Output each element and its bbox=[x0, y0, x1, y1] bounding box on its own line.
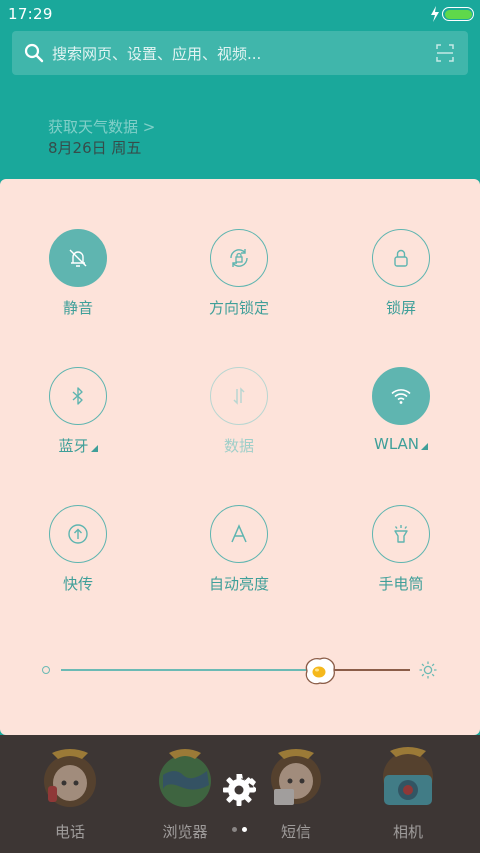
toggle-data[interactable]: 数据 bbox=[179, 367, 299, 467]
toggle-fast-transfer-label: 快传 bbox=[62, 575, 93, 593]
bluetooth-label-text: 蓝牙 bbox=[58, 437, 89, 455]
battery-icon bbox=[442, 7, 474, 21]
brightness-track-filled[interactable] bbox=[61, 669, 320, 671]
padlock-icon bbox=[394, 249, 408, 267]
letter-a-icon bbox=[231, 524, 247, 543]
toggle-fast-transfer[interactable]: 快传 bbox=[18, 505, 138, 605]
page-indicator bbox=[232, 827, 252, 833]
toggle-bluetooth-button[interactable] bbox=[49, 367, 107, 425]
toggle-flashlight-label: 手电筒 bbox=[378, 575, 424, 593]
toggle-wlan[interactable]: WLAN bbox=[341, 367, 461, 467]
toggle-data-label: 数据 bbox=[223, 437, 254, 455]
charging-icon bbox=[431, 6, 439, 22]
dock-app-label: 浏览器 bbox=[162, 823, 208, 841]
toggle-rotation-lock-button[interactable] bbox=[210, 229, 268, 287]
toggle-rotation-lock[interactable]: 方向锁定 bbox=[179, 229, 299, 329]
weather-date: 8月26日 周五 bbox=[48, 139, 142, 157]
gear-icon[interactable] bbox=[221, 772, 257, 808]
toggle-wlan-button[interactable] bbox=[372, 367, 430, 425]
bluetooth-icon bbox=[72, 387, 83, 405]
phone-app-icon bbox=[44, 749, 96, 807]
toggle-flashlight-button[interactable] bbox=[372, 505, 430, 563]
rotation-lock-icon bbox=[230, 249, 248, 267]
dock-app-label: 相机 bbox=[392, 823, 423, 841]
messages-app-icon bbox=[271, 749, 321, 805]
search-placeholder: 搜索网页、设置、应用、视频... bbox=[52, 45, 262, 63]
dock-app-label: 短信 bbox=[280, 823, 311, 841]
toggle-mute-label: 静音 bbox=[62, 299, 93, 317]
camera-app-icon bbox=[383, 747, 433, 805]
search-bar[interactable]: 搜索网页、设置、应用、视频... bbox=[12, 31, 468, 75]
toggle-mute[interactable]: 静音 bbox=[18, 229, 138, 329]
wifi-icon bbox=[391, 389, 411, 404]
toggle-wlan-label: WLAN bbox=[341, 435, 461, 453]
toggle-auto-brightness[interactable]: 自动亮度 bbox=[179, 505, 299, 605]
page-dot bbox=[232, 827, 237, 832]
toggle-auto-brightness-button[interactable] bbox=[210, 505, 268, 563]
weather-link[interactable]: 获取天气数据 > bbox=[48, 116, 155, 137]
toggle-lock-screen-button[interactable] bbox=[372, 229, 430, 287]
toggle-auto-brightness-label: 自动亮度 bbox=[208, 575, 269, 593]
search-icon bbox=[24, 43, 44, 63]
dock-app-camera[interactable]: 相机 bbox=[358, 735, 458, 853]
dock-app-phone[interactable]: 电话 bbox=[20, 735, 120, 853]
battery-level bbox=[444, 9, 472, 19]
wlan-menu-caret bbox=[421, 443, 428, 450]
bell-off-icon bbox=[69, 249, 87, 267]
brightness-slider-thumb[interactable] bbox=[303, 656, 337, 686]
upload-icon bbox=[68, 524, 88, 544]
status-bar: 17:29 bbox=[0, 0, 480, 28]
toggle-mute-button[interactable] bbox=[49, 229, 107, 287]
page-dot bbox=[242, 827, 247, 832]
toggle-rotation-lock-label: 方向锁定 bbox=[208, 299, 269, 317]
status-time: 17:29 bbox=[8, 5, 53, 23]
scan-icon[interactable] bbox=[436, 44, 454, 62]
dock-app-messages[interactable]: 短信 bbox=[246, 735, 346, 853]
toggle-lock-screen[interactable]: 锁屏 bbox=[341, 229, 461, 329]
toggle-fast-transfer-button[interactable] bbox=[49, 505, 107, 563]
wlan-label-text: WLAN bbox=[373, 435, 419, 453]
brightness-min-icon bbox=[42, 666, 50, 674]
toggle-lock-screen-label: 锁屏 bbox=[385, 299, 416, 317]
data-arrows-icon bbox=[233, 387, 245, 405]
flashlight-icon bbox=[394, 525, 408, 543]
browser-app-icon bbox=[159, 749, 211, 807]
dock-app-label: 电话 bbox=[54, 823, 85, 841]
toggle-bluetooth[interactable]: 蓝牙 bbox=[18, 367, 138, 467]
dock-app-browser[interactable]: 浏览器 bbox=[135, 735, 235, 853]
bluetooth-menu-caret bbox=[90, 445, 98, 452]
control-center-panel: 静音 方向锁定 锁屏 蓝牙 数据 WLAN 快传 自动亮度 手电筒 bbox=[0, 179, 480, 735]
brightness-max-icon bbox=[419, 661, 437, 679]
toggle-data-button[interactable] bbox=[210, 367, 268, 425]
toggle-flashlight[interactable]: 手电筒 bbox=[341, 505, 461, 605]
toggle-bluetooth-label: 蓝牙 bbox=[18, 435, 138, 456]
